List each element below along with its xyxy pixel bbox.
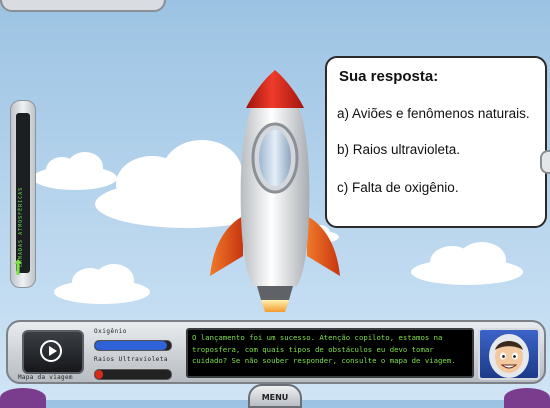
oxygen-label: Oxigênio (94, 328, 127, 335)
option-a[interactable]: a) Aviões e fenômenos naturais. (337, 106, 530, 121)
corner-left (0, 388, 46, 408)
corner-right (504, 388, 550, 408)
pilot-avatar (478, 328, 540, 380)
uv-bar (94, 369, 172, 380)
oxygen-bar (94, 340, 172, 351)
copilot-message: O lançamento foi um sucesso. Atenção cop… (186, 328, 474, 378)
answer-panel: Sua resposta: a) Aviões e fenômenos natu… (325, 56, 547, 228)
top-frame (0, 0, 166, 12)
oxygen-bar-fill (95, 341, 168, 350)
option-c[interactable]: c) Falta de oxigênio. (337, 180, 459, 195)
uv-label: Raios Ultravioleta (94, 356, 169, 363)
play-icon (40, 340, 62, 362)
uv-bar-fill (95, 370, 103, 379)
cloud-bottom-left (54, 264, 150, 304)
rocket (210, 70, 340, 312)
gauge-label: CAMADAS ATMOSFÉRICAS (18, 186, 24, 267)
map-video-button[interactable] (22, 330, 84, 374)
cloud-right (411, 242, 523, 285)
option-b[interactable]: b) Raios ultravioleta. (337, 142, 460, 157)
map-label: Mapa da viagem (18, 374, 73, 381)
atmosphere-gauge: CAMADAS ATMOSFÉRICAS (10, 100, 36, 288)
answer-title: Sua resposta: (339, 68, 439, 85)
edge-tab (540, 150, 550, 174)
menu-button[interactable]: MENU (248, 384, 302, 408)
hud-panel: Mapa da viagem Oxigênio Raios Ultraviole… (6, 320, 546, 384)
